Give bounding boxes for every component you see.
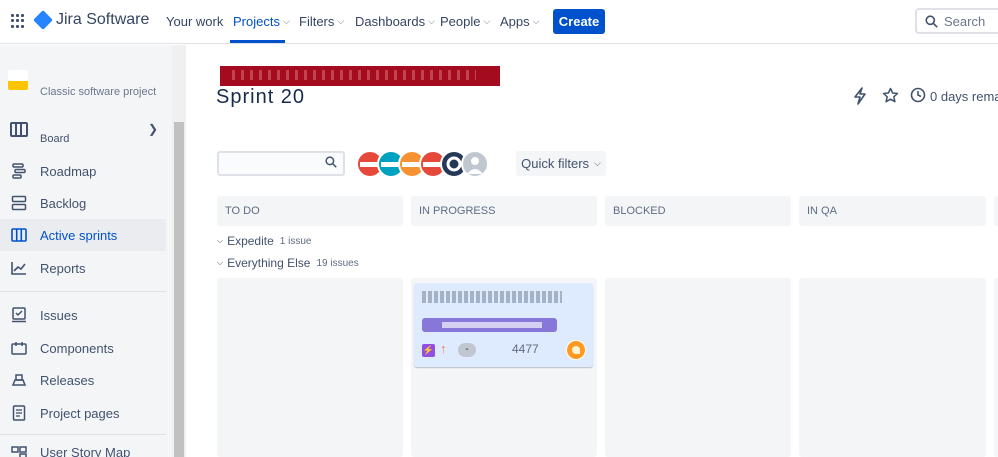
priority-high-icon: ↑ xyxy=(440,341,447,356)
board-icon xyxy=(10,122,28,137)
nav-people[interactable]: People ⌵ xyxy=(440,14,490,29)
page-icon xyxy=(10,405,28,421)
top-navigation: Jira Software Your work Projects ⌵ Filter… xyxy=(0,0,998,44)
chevron-down-icon: ⌵ xyxy=(483,16,491,26)
sidebar-item-active-sprints[interactable]: Active sprints xyxy=(0,219,166,251)
column-in-qa xyxy=(799,278,986,457)
quick-filters-button[interactable]: Quick filters ⌵ xyxy=(516,151,606,176)
lightning-icon[interactable] xyxy=(852,87,868,109)
active-nav-indicator xyxy=(230,40,285,43)
board-columns-icon xyxy=(10,227,28,243)
story-map-icon xyxy=(10,444,28,457)
sidebar-item-label: Components xyxy=(40,340,114,356)
column-header-to-do: TO DO xyxy=(217,196,403,226)
column-next xyxy=(994,278,998,457)
page-title: Sprint 20 xyxy=(216,86,306,108)
nav-apps[interactable]: Apps ⌵ xyxy=(500,14,539,29)
column-to-do xyxy=(217,278,403,457)
sidebar-item-label: Roadmap xyxy=(40,163,97,179)
swimlane-count: 19 issues xyxy=(316,257,359,269)
swimlane-count: 1 issue xyxy=(279,235,312,247)
sidebar-item-label: Reports xyxy=(40,260,86,276)
star-icon[interactable] xyxy=(882,87,899,108)
board-selector-chevron-icon[interactable]: ❯ xyxy=(148,122,158,136)
chart-icon xyxy=(10,260,28,276)
column-header-in-qa: IN QA xyxy=(799,196,986,226)
sidebar-item-issues[interactable]: Issues xyxy=(0,299,166,331)
chevron-down-icon: ⌵ xyxy=(428,16,435,26)
sidebar-item-roadmap[interactable]: Roadmap xyxy=(0,155,166,187)
story-points-badge: - xyxy=(458,343,476,357)
quick-filters-label: Quick filters xyxy=(521,156,590,171)
search-icon xyxy=(925,14,938,28)
sprint-goal-redacted xyxy=(216,116,998,128)
chevron-down-icon: ⌵ xyxy=(337,16,345,26)
nav-projects[interactable]: Projects ⌵ xyxy=(233,14,290,29)
chevron-down-icon: ⌵ xyxy=(217,258,224,267)
issue-key[interactable]: 4477 xyxy=(512,342,539,356)
sidebar-item-reports[interactable]: Reports xyxy=(0,252,166,284)
jira-logo-icon xyxy=(33,10,53,30)
column-header-blocked: BLOCKED xyxy=(605,196,791,226)
sidebar-item-label: Issues xyxy=(40,307,78,323)
epic-label[interactable] xyxy=(422,318,557,332)
nav-dashboards[interactable]: Dashboards ⌵ xyxy=(355,14,435,29)
backlog-icon xyxy=(10,195,28,211)
sidebar-divider xyxy=(0,434,166,435)
sidebar-item-label: Releases xyxy=(40,372,95,388)
search-input[interactable]: Search xyxy=(915,8,998,34)
redacted-breadcrumb xyxy=(220,66,500,86)
chevron-down-icon: ⌵ xyxy=(282,16,290,26)
sidebar-item-label: User Story Map xyxy=(40,444,131,457)
sidebar-item-components[interactable]: Components xyxy=(0,332,166,364)
jira-logo[interactable]: Jira Software xyxy=(33,10,150,30)
releases-icon xyxy=(10,372,28,388)
card-summary-redacted xyxy=(422,291,562,303)
sidebar-scrollbar-thumb[interactable] xyxy=(174,122,184,457)
project-avatar[interactable] xyxy=(8,70,28,90)
project-type: Classic software project xyxy=(40,86,157,98)
components-icon xyxy=(10,340,28,356)
swimlane-name: Everything Else xyxy=(227,256,311,270)
sidebar-item-label: Backlog xyxy=(40,195,87,211)
column-header-next xyxy=(994,196,998,226)
assignee-avatar[interactable] xyxy=(566,340,586,360)
chevron-down-icon: ⌵ xyxy=(532,16,540,26)
sprint-days-remaining: 0 days remaining xyxy=(930,89,998,104)
sidebar-item-label: Active sprints xyxy=(40,227,118,243)
swimlane-expedite[interactable]: ⌵ Expedite 1 issue xyxy=(217,234,311,248)
sidebar-item-backlog[interactable]: Backlog xyxy=(0,187,166,219)
nav-filters[interactable]: Filters ⌵ xyxy=(299,14,344,29)
swimlane-name: Expedite xyxy=(227,234,274,248)
board-search-input[interactable] xyxy=(217,151,345,176)
chevron-down-icon: ⌵ xyxy=(594,158,601,168)
clock-icon xyxy=(910,87,926,107)
sidebar-divider xyxy=(0,291,166,292)
search-icon xyxy=(325,156,337,171)
swimlane-everything-else[interactable]: ⌵ Everything Else 19 issues xyxy=(217,256,359,270)
app-switcher-icon[interactable] xyxy=(11,14,25,28)
search-placeholder: Search xyxy=(944,13,986,29)
column-blocked xyxy=(605,278,791,457)
chevron-down-icon: ⌵ xyxy=(217,236,224,245)
board-selector-label[interactable]: Board xyxy=(40,133,69,145)
nav-your-work[interactable]: Your work xyxy=(166,14,223,29)
roadmap-icon xyxy=(10,163,28,179)
column-header-in-progress: IN PROGRESS xyxy=(411,196,597,226)
logo-text: Jira Software xyxy=(56,11,150,28)
sidebar-item-releases[interactable]: Releases xyxy=(0,364,166,396)
sidebar-item-project-pages[interactable]: Project pages xyxy=(0,397,166,429)
sidebar-item-user-story-map[interactable]: User Story Map xyxy=(0,436,166,457)
avatar[interactable] xyxy=(461,150,489,178)
sidebar-item-label: Project pages xyxy=(40,405,120,421)
create-button[interactable]: Create xyxy=(553,9,605,34)
issues-icon xyxy=(10,307,28,323)
story-type-icon: ⚡ xyxy=(422,344,435,357)
